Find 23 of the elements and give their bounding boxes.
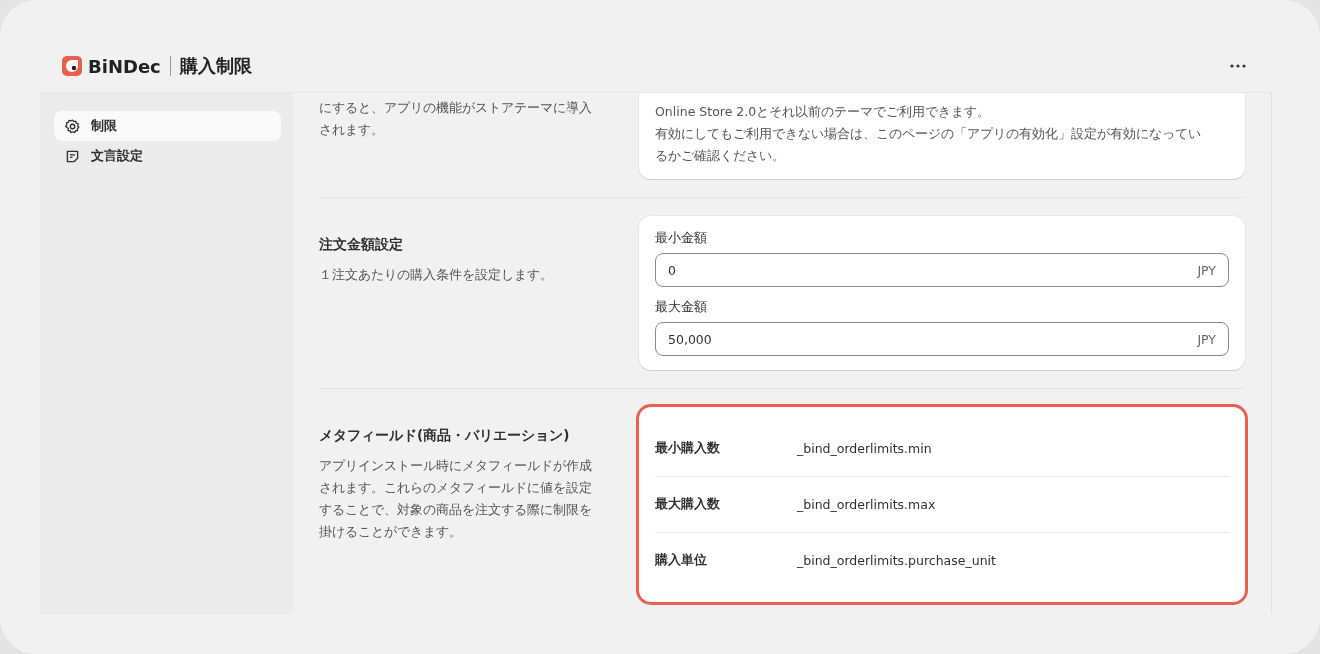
sidebar-item[interactable]: 制限 xyxy=(54,111,281,141)
amount-input[interactable]: 50,000 JPY xyxy=(655,322,1229,356)
more-dots-icon xyxy=(1230,64,1246,68)
amount-input[interactable]: 0 JPY xyxy=(655,253,1229,287)
section-description: １注文あたりの購入条件を設定します。 xyxy=(319,266,554,284)
sidebar-item[interactable]: 文言設定 xyxy=(54,141,281,171)
card-note-text: Online Store 2.0とそれ以前のテーマでご利用できます。 有効にしてもご利用できない場合は、このページの「アプリの有効化」設定が有効になってい るかご確認ください。 xyxy=(655,103,1202,165)
section-title: 注文金額設定 xyxy=(319,236,404,254)
metafield-key: _bind_orderlimits.min xyxy=(797,441,932,456)
section-description: アプリインストール時にメタフィールドが作成 されます。これらのメタフィールドに値を設定 することで、対象の商品を注文する際に制限を 掛けることができます。 xyxy=(319,457,593,541)
section-description: にすると、アプリの機能がストアテーマに導入 されます。 xyxy=(319,99,593,139)
metafield-key: _bind_orderlimits.purchase_unit xyxy=(797,553,996,568)
metafield-label: 購入単位 xyxy=(655,552,708,569)
field-label: 最大金額 xyxy=(655,299,708,316)
metafield-key: _bind_orderlimits.max xyxy=(797,497,936,512)
settings-icon xyxy=(64,117,81,135)
app-logo-icon xyxy=(62,56,82,76)
brand-name: BiNDec xyxy=(88,55,161,77)
section-title: メタフィールド(商品・バリエーション) xyxy=(319,427,571,445)
metafield-label: 最小購入数 xyxy=(655,440,721,457)
field-label: 最小金額 xyxy=(655,230,708,247)
metafield-label: 最大購入数 xyxy=(655,496,721,513)
page-title: 購入制限 xyxy=(179,54,252,78)
